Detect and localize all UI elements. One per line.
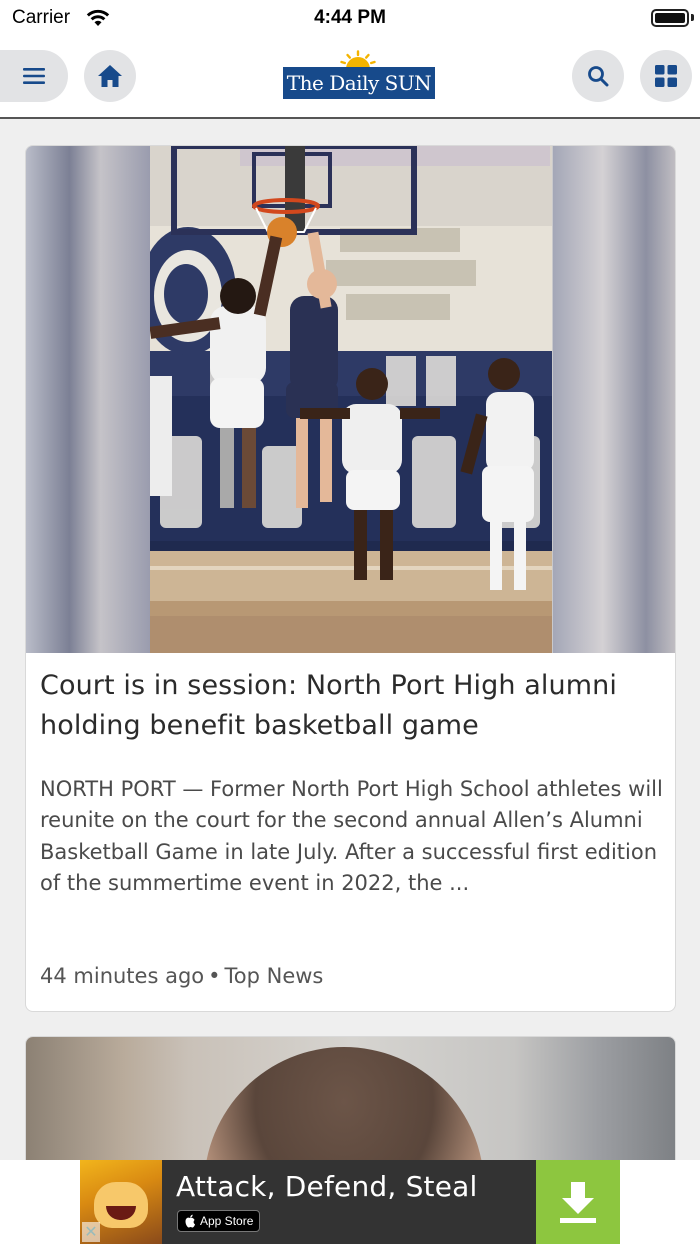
app-store-label: App Store [200,1214,254,1228]
ad-banner[interactable]: ✕ Attack, Defend, Steal App Store [80,1160,620,1244]
battery-icon [651,9,689,27]
sections-button[interactable] [640,50,692,102]
search-icon [588,66,609,87]
article-headline[interactable]: Court is in session: North Port High alu… [40,666,660,746]
download-icon [560,1182,596,1223]
game-character [94,1182,148,1228]
ad-banner-container: ✕ Attack, Defend, Steal App Store [0,1160,700,1244]
menu-button[interactable] [0,50,68,102]
home-icon [98,65,122,87]
apple-icon [185,1214,195,1228]
battery-tip [691,14,694,21]
status-bar: Carrier 4:44 PM [0,0,700,40]
home-button[interactable] [84,50,136,102]
logo-text: The Daily SUN [283,67,435,99]
article-meta: 44 minutes ago • Top News [40,964,323,988]
search-button[interactable] [572,50,624,102]
article-summary: NORTH PORT — Former North Port High Scho… [40,777,663,896]
hamburger-icon [23,68,45,84]
article-timestamp: 44 minutes ago [40,964,205,988]
download-button[interactable] [536,1160,620,1244]
game-app-icon: ✕ [80,1160,162,1244]
site-logo[interactable]: The Daily SUN [283,50,435,102]
article-section-link[interactable]: Top News [225,964,324,988]
clock: 4:44 PM [314,7,386,28]
app-store-badge[interactable]: App Store [177,1210,261,1232]
image-blur-right [553,146,675,653]
close-icon[interactable]: ✕ [82,1222,100,1242]
basketball-photo [150,146,552,653]
grid-icon [655,65,677,87]
app-header: The Daily SUN [0,40,700,119]
article-image[interactable] [26,146,675,653]
article-card[interactable]: Court is in session: North Port High alu… [25,145,676,1012]
image-blur-left [26,146,150,653]
ad-title: Attack, Defend, Steal [176,1170,478,1203]
meta-separator: • [208,964,221,988]
